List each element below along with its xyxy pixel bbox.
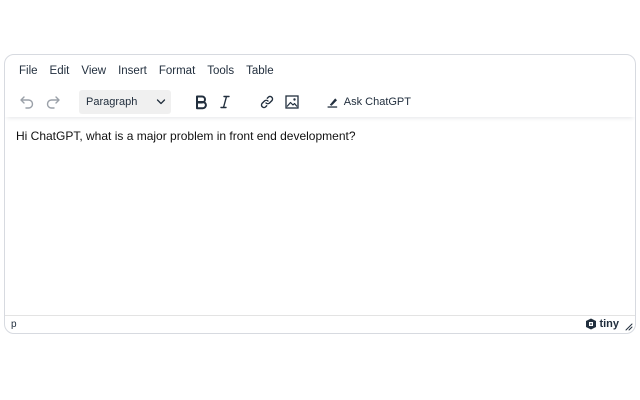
rich-text-editor: File Edit View Insert Format Tools Table… [4,54,636,334]
menu-edit[interactable]: Edit [46,62,74,80]
image-button[interactable] [280,90,304,114]
block-format-value: Paragraph [86,96,138,108]
redo-button[interactable] [41,90,65,114]
element-path[interactable]: p [11,319,17,330]
bold-button[interactable] [189,90,213,114]
toolbar: Paragraph Ask ChatGPT [5,87,635,117]
menu-table[interactable]: Table [242,62,278,80]
branding-text: tiny [599,318,619,330]
link-button[interactable] [255,90,279,114]
redo-icon [46,96,60,109]
menu-insert[interactable]: Insert [114,62,151,80]
menubar: File Edit View Insert Format Tools Table [5,55,635,87]
resize-handle-icon[interactable] [624,322,633,331]
highlighter-pen-icon [327,98,338,108]
statusbar: p tiny [5,315,635,333]
chevron-down-icon [156,99,166,105]
link-icon [260,95,274,109]
italic-button[interactable] [213,90,237,114]
bold-icon [196,95,207,110]
italic-icon [220,95,230,109]
block-format-select[interactable]: Paragraph [79,90,171,114]
undo-icon [20,96,34,109]
editor-content[interactable]: Hi ChatGPT, what is a major problem in f… [5,117,635,315]
tiny-logo-icon [586,318,597,330]
menu-view[interactable]: View [77,62,110,80]
ask-chatgpt-button[interactable]: Ask ChatGPT [323,90,411,114]
menu-file[interactable]: File [15,62,42,80]
ask-chatgpt-label: Ask ChatGPT [343,96,411,108]
tiny-branding[interactable]: tiny [585,318,619,330]
undo-button[interactable] [15,90,39,114]
menu-format[interactable]: Format [155,62,199,80]
content-paragraph[interactable]: Hi ChatGPT, what is a major problem in f… [16,128,624,144]
menu-tools[interactable]: Tools [203,62,238,80]
image-icon [285,95,299,109]
